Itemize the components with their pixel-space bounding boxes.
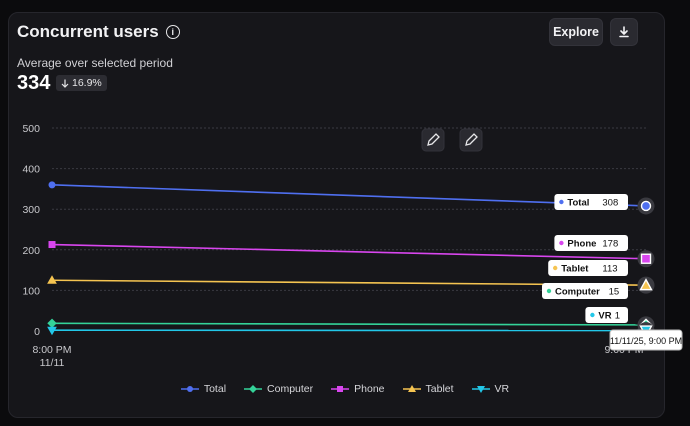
point-phone: [48, 241, 56, 249]
legend-symbol-icon: [331, 386, 350, 392]
y-tick-label: 400: [22, 164, 40, 176]
legend-item-computer[interactable]: Computer: [244, 383, 313, 395]
x-tick-label: 8:00 PM: [32, 344, 71, 356]
end-label-value-vr: 1: [615, 311, 620, 322]
y-tick-label: 300: [22, 204, 40, 216]
end-label-name-phone: Phone: [567, 239, 596, 250]
end-label-dot-vr: [590, 312, 595, 318]
end-label-dot-phone: [559, 240, 564, 246]
legend-label: Total: [203, 383, 227, 395]
y-tick-label: 100: [22, 285, 40, 297]
legend-item-vr[interactable]: VR: [471, 383, 510, 395]
legend-symbol-icon: [471, 386, 490, 393]
end-label-value-tablet: 113: [602, 264, 617, 275]
end-label-name-computer: Computer: [555, 287, 600, 298]
legend-item-tablet[interactable]: Tablet: [402, 383, 454, 395]
series-line-computer: [51, 322, 647, 326]
x-tick-label: 11/11: [40, 357, 65, 369]
end-label-dot-tablet: [553, 265, 558, 271]
concurrent-users-chart: 01002003004005008:00 PM11/119:00 PMTotal…: [22, 123, 683, 369]
end-label-value-total: 308: [602, 198, 618, 209]
end-label-value-phone: 178: [602, 239, 618, 250]
y-tick-label: 500: [22, 123, 40, 135]
end-label-value-computer: 15: [609, 287, 620, 298]
edit-button: [459, 128, 483, 152]
legend-label: VR: [494, 383, 510, 395]
legend-label: Phone: [354, 383, 385, 395]
point-computer: [47, 318, 57, 328]
edit-button: [421, 128, 445, 152]
end-label-dot-total: [559, 199, 564, 205]
legend-item-total[interactable]: Total: [180, 383, 227, 395]
legend-label: Tablet: [425, 383, 454, 395]
legend-label: Computer: [267, 383, 314, 395]
end-label-name-tablet: Tablet: [561, 264, 589, 275]
legend-symbol-icon: [180, 386, 199, 392]
point-phone: [640, 253, 652, 264]
legend-item-phone[interactable]: Phone: [331, 383, 385, 395]
end-label-dot-computer: [546, 288, 552, 294]
point-total: [48, 181, 56, 189]
chart-legend: Total Computer Phone Tablet VR: [0, 383, 690, 395]
tooltip-text: 11/11/25, 9:00 PM: [610, 336, 682, 346]
end-label-name-vr: VR: [598, 311, 611, 322]
y-tick-label: 0: [34, 326, 40, 338]
legend-symbol-icon: [402, 385, 421, 392]
point-total: [640, 200, 652, 212]
y-tick-label: 200: [22, 245, 40, 257]
legend-symbol-icon: [244, 385, 263, 393]
end-label-name-total: Total: [567, 198, 589, 209]
